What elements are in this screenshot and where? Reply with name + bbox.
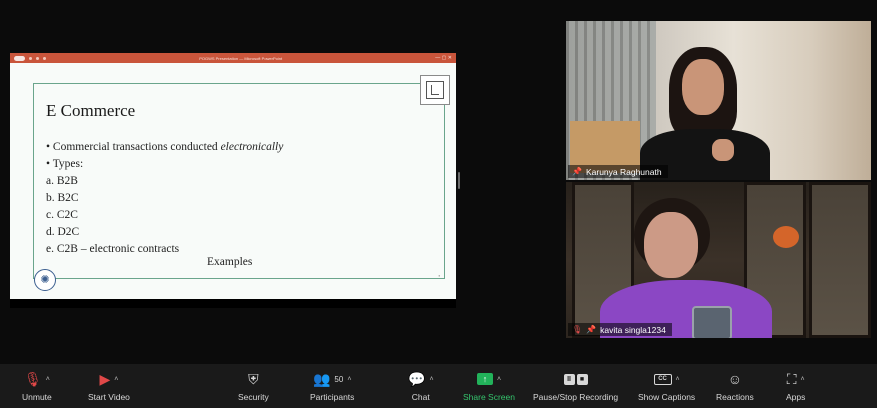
chat-button[interactable]: 💬 ˄ Chat	[408, 369, 434, 402]
slide-page-number: ▪	[438, 273, 440, 278]
participants-button[interactable]: 👥 50 ˄ Participants	[310, 369, 354, 402]
pause-stop-icon: II ■	[563, 373, 588, 385]
reactions-label: Reactions	[716, 392, 754, 402]
shared-window-titlebar: POGWS Presentation — Microsoft PowerPoin…	[10, 53, 456, 63]
pin-icon: 📌	[572, 167, 582, 176]
titlebar-icon	[29, 56, 32, 60]
autosave-toggle	[14, 55, 25, 61]
slide-type-item: b. B2C	[46, 192, 79, 204]
video-tile[interactable]: 📌 Karunya Raghunath	[566, 21, 871, 180]
apps-icon: ⛶	[786, 371, 797, 387]
closed-captions-icon: CC	[653, 373, 672, 385]
participant-name: kavita singla1234	[600, 324, 666, 335]
panel-resize-handle[interactable]	[458, 172, 460, 189]
apps-button[interactable]: ⛶ ˄ Apps	[786, 369, 805, 402]
people-icon: 👥	[312, 371, 331, 387]
chevron-up-icon[interactable]: ˄	[676, 376, 680, 383]
meeting-toolbar: 🎙 ˄ Unmute ▶ ˄ Start Video ⛨ Security 👥 …	[0, 364, 877, 408]
video-background	[773, 226, 799, 248]
apps-label: Apps	[786, 392, 806, 402]
presentation-slide: E Commerce • Commercial transactions con…	[10, 63, 456, 299]
participant-video	[682, 59, 724, 115]
participants-count: 50	[334, 374, 344, 384]
university-seal-icon: ✺	[34, 269, 56, 291]
participant-name: Karunya Raghunath	[585, 166, 662, 177]
participant-name-label: 📌 Karunya Raghunath	[568, 165, 668, 178]
show-captions-button[interactable]: CC ˄ Show Captions	[638, 369, 695, 402]
recording-label: Pause/Stop Recording	[533, 392, 619, 402]
captions-label: Show Captions	[638, 392, 696, 402]
unmute-button[interactable]: 🎙 ˄ Unmute	[22, 369, 52, 402]
shared-screen-footer	[10, 299, 456, 308]
participant-video	[712, 139, 734, 161]
camera-off-icon: ▶	[99, 371, 111, 387]
mic-muted-icon: 🎙	[572, 325, 583, 334]
slide-bullet: • Commercial transactions conducted elec…	[46, 141, 284, 153]
slide-examples: Examples	[207, 256, 253, 268]
pin-icon: 📌	[586, 325, 597, 334]
window-controls: — ▢ ✕	[435, 55, 452, 61]
institution-logo	[420, 75, 450, 105]
security-button[interactable]: ⛨ Security	[238, 369, 269, 402]
titlebar-icon	[43, 56, 46, 60]
video-background	[809, 182, 871, 338]
chevron-up-icon[interactable]: ˄	[497, 376, 501, 383]
slide-type-item: a. B2B	[46, 175, 78, 187]
chevron-up-icon[interactable]: ˄	[114, 376, 118, 383]
share-screen-label: Share Screen	[463, 392, 515, 402]
participant-video	[644, 212, 698, 278]
chat-label: Chat	[411, 392, 430, 402]
slide-title: E Commerce	[46, 101, 136, 120]
participants-label: Participants	[310, 392, 355, 402]
reactions-button[interactable]: ☺ Reactions	[716, 369, 754, 402]
chevron-up-icon[interactable]: ˄	[46, 376, 50, 383]
shield-icon: ⛨	[248, 371, 259, 387]
share-screen-icon: ↑	[476, 373, 493, 385]
smiley-icon: ☺	[727, 371, 743, 387]
chevron-up-icon[interactable]: ˄	[347, 376, 351, 383]
chat-bubble-icon: 💬	[408, 371, 426, 387]
unmute-label: Unmute	[22, 392, 52, 402]
slide-bullet: • Types:	[46, 158, 84, 170]
share-screen-button[interactable]: ↑ ˄ Share Screen	[463, 369, 515, 402]
slide-type-item: d. D2C	[46, 226, 80, 238]
participant-name-label: 🎙 📌 kavita singla1234	[568, 323, 672, 336]
titlebar-icon	[36, 56, 39, 60]
video-tile[interactable]: 🎙 📌 kavita singla1234	[566, 182, 871, 338]
shared-window-title: POGWS Presentation — Microsoft PowerPoin…	[199, 55, 283, 61]
chevron-up-icon[interactable]: ˄	[801, 376, 805, 383]
security-label: Security	[238, 392, 269, 402]
pause-stop-recording-button[interactable]: II ■ Pause/Stop Recording	[533, 369, 618, 402]
start-video-label: Start Video	[88, 392, 130, 402]
start-video-button[interactable]: ▶ ˄ Start Video	[88, 369, 130, 402]
slide-type-item: c. C2C	[46, 209, 78, 221]
participant-video	[692, 306, 732, 338]
microphone-muted-icon: 🎙	[23, 371, 42, 387]
slide-body: • Commercial transactions conducted elec…	[46, 139, 283, 258]
shared-screen: POGWS Presentation — Microsoft PowerPoin…	[10, 53, 456, 299]
chevron-up-icon[interactable]: ˄	[429, 376, 433, 383]
